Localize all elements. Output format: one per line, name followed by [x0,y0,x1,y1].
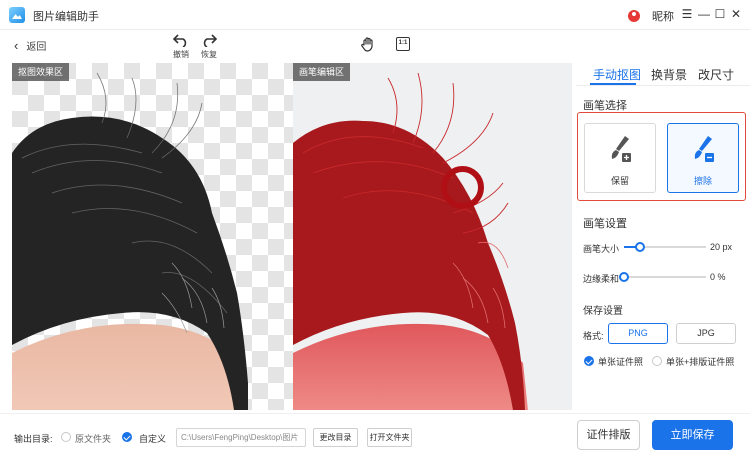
undo-button[interactable]: 撤销 [168,33,194,60]
undo-label: 撤销 [173,50,189,59]
brush-erase-icon [694,136,714,162]
output-custom-radio[interactable] [122,432,132,442]
user-area[interactable]: 昵称 [628,8,674,24]
cutout-preview-label: 抠图效果区 [12,63,70,81]
format-png-button[interactable]: PNG [608,323,668,344]
output-original-label[interactable]: 原文件夹 [75,432,111,445]
brush-size-knob[interactable] [635,242,646,252]
mode-single-label[interactable]: 单张证件照 [598,355,643,368]
minimize-icon[interactable]: — [697,6,711,22]
redo-button[interactable]: 恢复 [196,33,222,60]
output-custom-label[interactable]: 自定义 [139,432,166,445]
brush-select-title: 画笔选择 [583,100,627,112]
app-logo-icon [9,7,25,23]
redo-label: 恢复 [201,50,217,59]
open-folder-button[interactable]: 打开文件夹 [367,428,412,447]
brush-edit-label: 画笔编辑区 [293,63,351,81]
cutout-preview-panel: 抠图效果区 [12,63,293,410]
tab-manual-cutout[interactable]: 手动抠图 [593,66,641,83]
feather-knob[interactable] [619,272,629,282]
brush-size-slider[interactable] [624,242,706,252]
save-settings-title: 保存设置 [583,306,623,317]
chevron-left-icon: ‹ [14,38,19,53]
brush-size-value: 20 px [710,242,733,252]
mode-layout-label[interactable]: 单张+排版证件照 [666,355,734,368]
brush-keep-icon [611,136,631,162]
back-button[interactable]: ‹ 返回 [14,38,46,53]
save-now-button[interactable]: 立即保存 [652,420,733,450]
feather-label: 边缘柔和 [583,274,620,284]
user-name[interactable]: 昵称 [652,8,674,24]
tab-resize[interactable]: 改尺寸 [698,66,734,83]
tab-change-background[interactable]: 换背景 [651,66,687,83]
original-size-icon[interactable]: 1:1 [396,37,410,51]
feather-slider[interactable] [619,272,706,282]
brush-cursor [441,166,484,209]
user-avatar-icon[interactable] [628,10,640,22]
menu-icon[interactable]: ☰ [680,6,694,22]
bottom-divider [0,413,750,414]
tabs-divider [576,85,750,86]
format-label: 格式: [583,331,604,341]
feather-value: 0 % [710,272,726,282]
brush-erase-label: 擦除 [693,176,712,186]
undo-icon [173,34,187,47]
brush-settings-title: 画笔设置 [583,218,627,230]
mode-single-radio[interactable] [584,356,594,366]
brush-keep-option[interactable]: 保留 [584,123,656,193]
maximize-icon[interactable]: ☐ [713,6,727,22]
hand-icon[interactable] [360,36,376,52]
title-bar: 图片编辑助手 昵称 ☰ — ☐ ✕ [0,0,750,30]
output-path-field[interactable]: C:\Users\FengPing\Desktop\图片 [176,428,306,447]
brush-erase-option[interactable]: 擦除 [667,123,739,193]
id-photo-layout-button[interactable]: 证件排版 [577,420,640,450]
format-jpg-button[interactable]: JPG [676,323,736,344]
back-label: 返回 [26,42,47,53]
change-dir-button[interactable]: 更改目录 [313,428,358,447]
brush-edit-panel[interactable]: 画笔编辑区 [293,63,572,410]
mode-layout-radio[interactable] [652,356,662,366]
app-title: 图片编辑助手 [33,11,99,23]
brush-keep-label: 保留 [610,176,629,186]
redo-icon [203,34,217,47]
output-original-radio[interactable] [61,432,71,442]
brush-size-label: 画笔大小 [583,244,620,254]
brush-edit-image [293,72,528,410]
cutout-hair-image [12,72,248,410]
output-dir-label: 输出目录: [14,434,53,444]
close-icon[interactable]: ✕ [729,6,743,22]
